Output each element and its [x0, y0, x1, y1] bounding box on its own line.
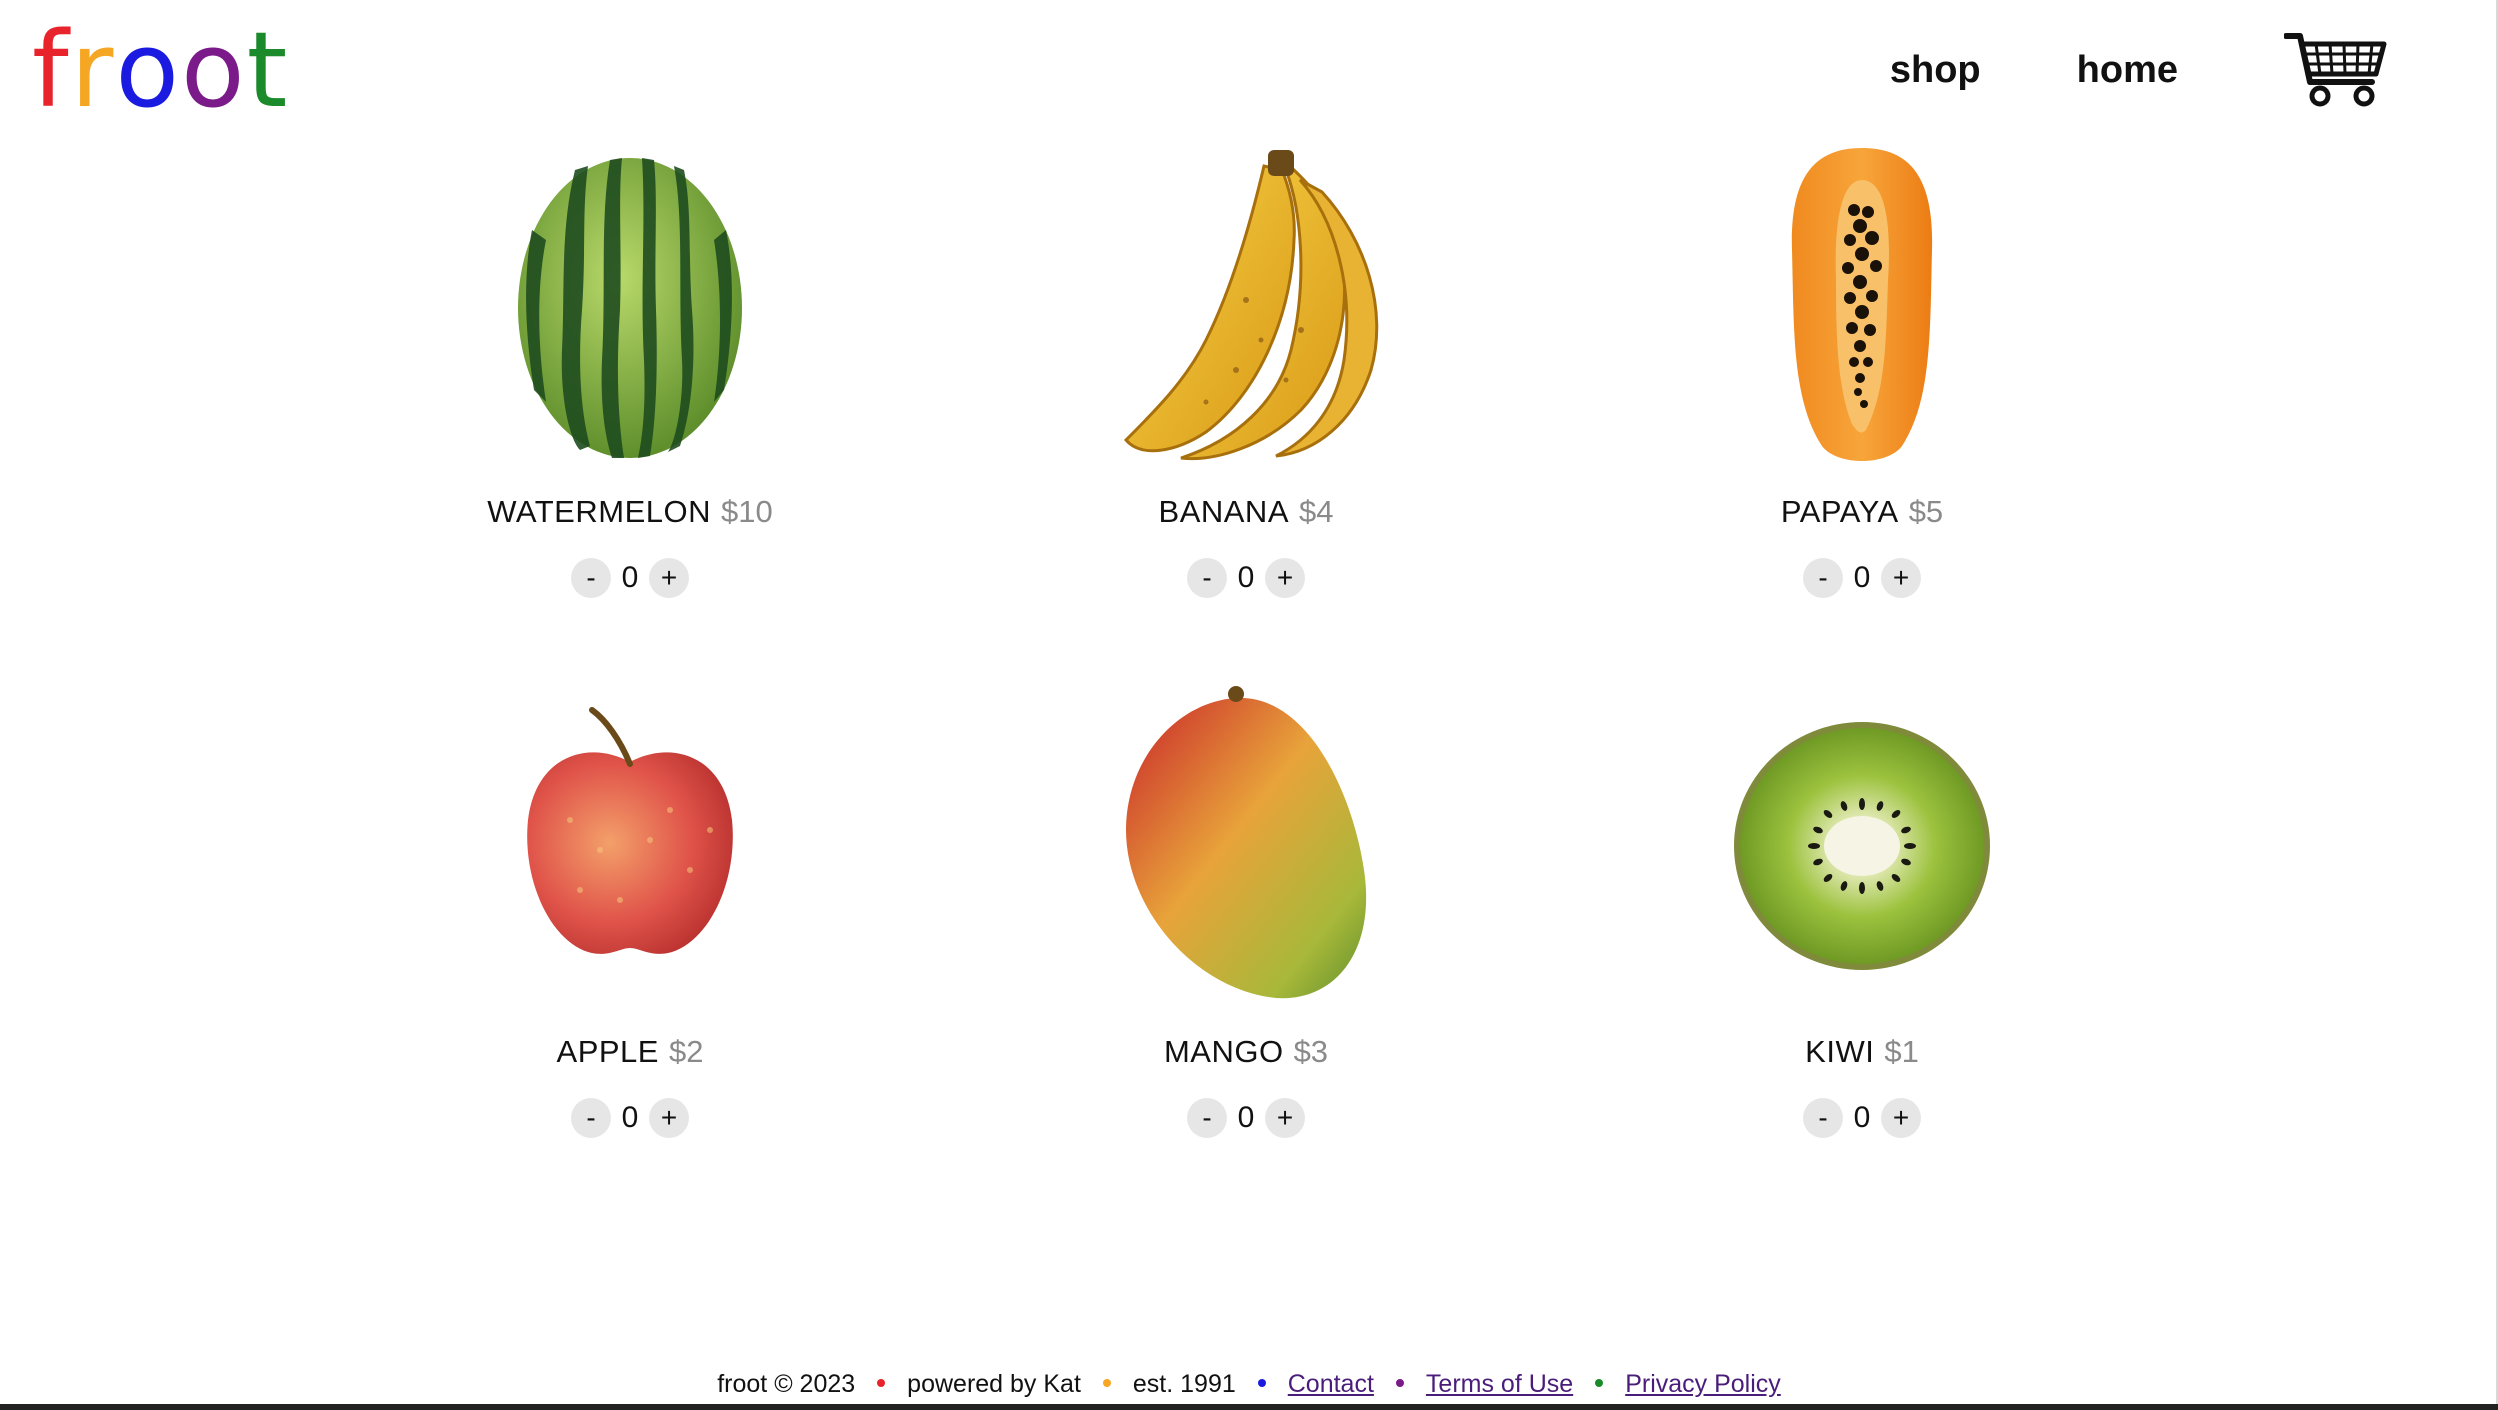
quantity-stepper: - 0 + [1632, 558, 2092, 598]
nav-shop-link[interactable]: shop [1890, 38, 1981, 102]
product-card-apple: APPLE $2 - 0 + [400, 680, 860, 1138]
product-price: $5 [1908, 494, 1944, 529]
decrease-button[interactable]: - [1187, 558, 1227, 598]
decrease-button[interactable]: - [1187, 1098, 1227, 1138]
quantity-value: 0 [1237, 561, 1255, 594]
product-card-kiwi: KIWI $1 - 0 + [1632, 680, 2092, 1138]
product-card-banana: BANANA $4 - 0 + [1016, 140, 1476, 598]
main-nav: shop home [1890, 33, 2388, 107]
footer-separator-dot [877, 1379, 886, 1388]
watermelon-icon [470, 140, 790, 470]
footer-privacy-link[interactable]: Privacy Policy [1625, 1370, 1781, 1398]
footer-contact-link[interactable]: Contact [1288, 1370, 1374, 1398]
footer-separator-dot [1257, 1379, 1266, 1388]
product-label: KIWI $1 [1632, 1032, 2092, 1072]
kiwi-icon [1702, 680, 2022, 1010]
product-price: $4 [1299, 494, 1334, 529]
product-name: BANANA [1158, 494, 1289, 529]
logo-letter: o [181, 9, 247, 131]
nav-home-link[interactable]: home [2077, 38, 2178, 102]
quantity-stepper: - 0 + [400, 1098, 860, 1138]
increase-button[interactable]: + [1881, 558, 1921, 598]
increase-button[interactable]: + [1265, 558, 1305, 598]
product-card-watermelon: WATERMELON $10 - 0 + [400, 140, 860, 598]
quantity-value: 0 [1853, 561, 1871, 594]
decrease-button[interactable]: - [571, 1098, 611, 1138]
quantity-value: 0 [621, 1101, 639, 1134]
increase-button[interactable]: + [649, 558, 689, 598]
decrease-button[interactable]: - [1803, 558, 1843, 598]
banana-icon [1086, 140, 1406, 470]
product-label: BANANA $4 [1016, 492, 1476, 532]
footer-copyright: froot © 2023 [717, 1370, 856, 1398]
quantity-stepper: - 0 + [1016, 558, 1476, 598]
product-label: WATERMELON $10 [400, 492, 860, 532]
footer-separator-dot [1395, 1379, 1404, 1388]
footer-terms-link[interactable]: Terms of Use [1426, 1370, 1573, 1398]
product-name: APPLE [556, 1034, 659, 1069]
papaya-icon [1702, 140, 2022, 470]
product-card-mango: MANGO $3 - 0 + [1016, 680, 1476, 1138]
froot-logo[interactable]: froot [32, 10, 289, 130]
decrease-button[interactable]: - [571, 558, 611, 598]
product-name: PAPAYA [1780, 494, 1899, 529]
mango-icon [1086, 680, 1406, 1010]
product-card-papaya: PAPAYA $5 - 0 + [1632, 140, 2092, 598]
quantity-value: 0 [1237, 1101, 1255, 1134]
logo-letter: r [70, 9, 116, 131]
product-label: PAPAYA $5 [1632, 492, 2092, 532]
footer-separator-dot [1595, 1379, 1604, 1388]
increase-button[interactable]: + [1265, 1098, 1305, 1138]
product-label: APPLE $2 [400, 1032, 860, 1072]
footer: froot © 2023 powered by Kat est. 1991 Conta… [0, 1366, 2498, 1402]
quantity-stepper: - 0 + [400, 558, 860, 598]
footer-powered-by: powered by Kat [907, 1370, 1081, 1398]
quantity-value: 0 [621, 561, 639, 594]
increase-button[interactable]: + [649, 1098, 689, 1138]
quantity-stepper: - 0 + [1632, 1098, 2092, 1138]
product-price: $2 [668, 1034, 704, 1069]
product-name: KIWI [1805, 1034, 1875, 1069]
window-bottom-border [0, 1404, 2498, 1410]
product-price: $3 [1293, 1034, 1329, 1069]
product-label: MANGO $3 [1016, 1032, 1476, 1072]
product-name: WATERMELON [487, 494, 711, 529]
logo-letter: f [32, 9, 71, 131]
increase-button[interactable]: + [1881, 1098, 1921, 1138]
product-price: $1 [1884, 1034, 1919, 1069]
apple-icon [470, 680, 790, 1010]
quantity-stepper: - 0 + [1016, 1098, 1476, 1138]
footer-separator-dot [1102, 1379, 1111, 1388]
product-name: MANGO [1163, 1034, 1284, 1069]
product-price: $10 [721, 494, 773, 529]
footer-established: est. 1991 [1132, 1370, 1236, 1398]
logo-letter: t [246, 9, 290, 131]
shopping-cart-icon[interactable] [2284, 30, 2388, 110]
logo-letter: o [115, 9, 182, 131]
decrease-button[interactable]: - [1803, 1098, 1843, 1138]
quantity-value: 0 [1853, 1101, 1871, 1134]
